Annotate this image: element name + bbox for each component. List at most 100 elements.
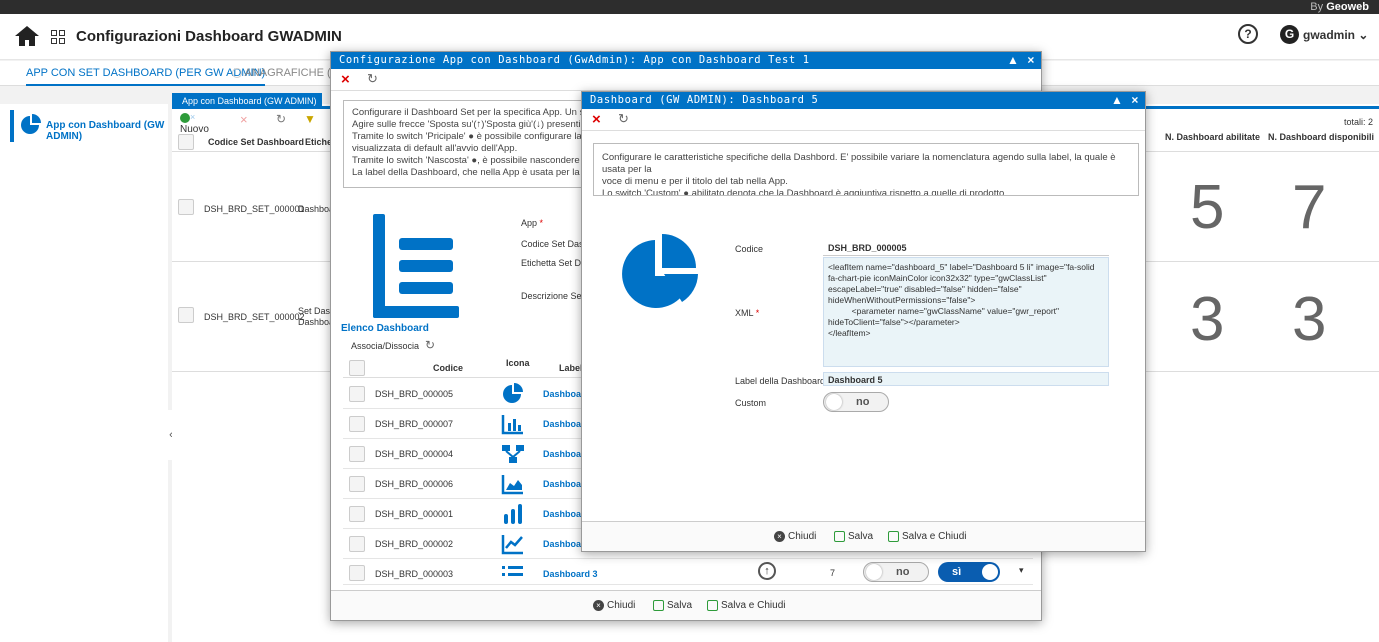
column-chart-icon (504, 504, 522, 524)
xml-label: XML * (735, 308, 760, 318)
row-label: Dashboa (298, 204, 335, 214)
item-code: DSH_BRD_000005 (375, 389, 454, 399)
column-code[interactable]: Codice (433, 363, 463, 373)
close-button[interactable]: × Chiudi (593, 600, 635, 611)
minimize-icon[interactable]: ▲ (1111, 93, 1123, 107)
save-close-button[interactable]: Salva e Chiudi (888, 531, 966, 542)
close-x-icon[interactable]: × (592, 111, 601, 128)
tab-app-set-dashboard[interactable]: APP CON SET DASHBOARD (PER GW ADMIN) (26, 67, 266, 86)
row-checkbox[interactable] (178, 199, 194, 215)
close-button-label: Chiudi (788, 531, 817, 543)
list-item[interactable]: DSH_BRD_000003 Dashboard 3 ↑ 7 no sì ▾ (343, 559, 1033, 585)
info-box: Configurare le caratteristiche specifich… (593, 143, 1139, 196)
item-label[interactable]: Dashboard 3 (543, 569, 598, 579)
page-title: Configurazioni Dashboard GWADMIN (76, 28, 342, 45)
row-checkbox[interactable] (349, 446, 365, 462)
item-code: DSH_BRD_000006 (375, 479, 454, 489)
row-code: DSH_BRD_SET_000002 (204, 312, 305, 322)
save-icon (707, 600, 718, 611)
sidebar: App con Dashboard (GW ADMIN) (0, 104, 168, 642)
arrow-up-icon[interactable]: ↑ (758, 562, 776, 580)
save-button[interactable]: Salva (834, 531, 873, 542)
row-code: DSH_BRD_SET_000001 (204, 204, 305, 214)
close-icon[interactable]: × (1027, 53, 1035, 67)
user-menu[interactable]: gwadmin ⌄ (1303, 28, 1368, 42)
row-available-count: 7 (1292, 173, 1327, 242)
field-app-label: App * (521, 218, 544, 228)
dialog-title-bar[interactable]: Configurazione App con Dashboard (GwAdmi… (331, 52, 1041, 69)
dialog-title: Configurazione App con Dashboard (GwAdmi… (339, 54, 810, 66)
pie-chart-icon (21, 114, 41, 134)
dashboard-dialog: Dashboard (GW ADMIN): Dashboard 5 ▲ × × ↻… (581, 91, 1146, 552)
sidebar-item-app-dashboard[interactable]: App con Dashboard (GW ADMIN) (10, 110, 168, 142)
xml-textarea[interactable]: <leafItem name="dashboard_5" label="Dash… (823, 257, 1109, 367)
code-value: DSH_BRD_000005 (828, 243, 907, 253)
item-code: DSH_BRD_000001 (375, 509, 454, 519)
dashboard-label-input[interactable]: Dashboard 5 (823, 372, 1109, 386)
pie-chart-icon (622, 234, 698, 308)
sitemap-icon (502, 445, 524, 463)
item-code: DSH_BRD_000003 (375, 569, 454, 579)
custom-switch[interactable]: no (823, 392, 889, 412)
hidden-switch[interactable]: sì (938, 562, 1000, 582)
minimize-icon[interactable]: ▲ (1007, 53, 1019, 67)
save-close-button[interactable]: Salva e Chiudi (707, 600, 785, 611)
save-icon (888, 531, 899, 542)
item-code: DSH_BRD_000004 (375, 449, 454, 459)
main-switch[interactable]: no (863, 562, 929, 582)
inner-tab-label: App con Dashboard (GW ADMIN) (182, 96, 317, 106)
home-icon[interactable] (14, 25, 40, 47)
save-button-label: Salva (667, 600, 693, 612)
refresh-icon[interactable]: ↻ (276, 112, 286, 126)
refresh-icon[interactable]: ↻ (618, 111, 629, 127)
avatar[interactable]: G (1280, 25, 1299, 44)
row-checkbox[interactable] (349, 416, 365, 432)
column-available[interactable]: N. Dashboard disponibili (1268, 132, 1374, 142)
delete-icon[interactable]: × (240, 112, 248, 127)
info-line: voce di menu e per il titolo del tab nel… (602, 176, 788, 187)
select-all-checkbox[interactable] (349, 360, 365, 376)
user-name: gwadmin (1303, 28, 1356, 42)
save-close-button-label: Salva e Chiudi (721, 600, 786, 612)
close-button[interactable]: × Chiudi (774, 531, 816, 542)
column-code-set[interactable]: Codice Set Dashboard (208, 137, 304, 147)
apps-grid-icon[interactable] (51, 30, 65, 44)
filter-icon[interactable]: ▼ (304, 112, 316, 126)
row-enabled-count: 5 (1190, 173, 1225, 242)
row-available-count: 3 (1292, 285, 1327, 354)
dropdown-icon[interactable]: ▾ (1019, 565, 1024, 576)
refresh-icon[interactable]: ↻ (425, 338, 435, 352)
associate-button[interactable]: Associa/Dissocia (351, 341, 419, 351)
refresh-icon[interactable]: ↻ (367, 71, 378, 87)
column-enabled[interactable]: N. Dashboard abilitate (1165, 132, 1260, 142)
chevron-down-icon: ⌄ (1358, 28, 1369, 42)
row-checkbox[interactable] (349, 565, 365, 581)
radio-icon (232, 68, 242, 79)
brand-prefix: By (1310, 1, 1324, 13)
save-button[interactable]: Salva (653, 600, 692, 611)
dialog-title-bar[interactable]: Dashboard (GW ADMIN): Dashboard 5 ▲ × (582, 92, 1145, 109)
close-button-label: Chiudi (607, 600, 636, 612)
row-checkbox[interactable] (349, 506, 365, 522)
row-checkbox[interactable] (349, 476, 365, 492)
column-label[interactable]: Label (559, 363, 583, 373)
close-icon[interactable]: × (1131, 93, 1139, 107)
close-circle-icon: × (774, 531, 785, 542)
code-label: Codice (735, 244, 764, 254)
item-code: DSH_BRD_000002 (375, 539, 454, 549)
list-icon (373, 214, 459, 318)
plus-icon (180, 113, 190, 124)
bar-chart-icon (501, 415, 523, 435)
row-checkbox[interactable] (349, 386, 365, 402)
dialog-footer: × Chiudi Salva Salva e Chiudi (331, 590, 1041, 620)
row-checkbox[interactable] (349, 536, 365, 552)
row-checkbox[interactable] (178, 307, 194, 323)
column-icon[interactable]: Icona (506, 358, 530, 368)
select-all-checkbox[interactable] (178, 134, 194, 150)
divider (823, 255, 1109, 256)
tab-app-dashboard-admin[interactable]: App con Dashboard (GW ADMIN) × (172, 93, 322, 122)
brand-bar: By Geoweb (0, 0, 1379, 14)
total-count: totali: 2 (1344, 117, 1374, 127)
close-x-icon[interactable]: × (341, 71, 350, 88)
help-icon[interactable]: ? (1238, 24, 1258, 44)
